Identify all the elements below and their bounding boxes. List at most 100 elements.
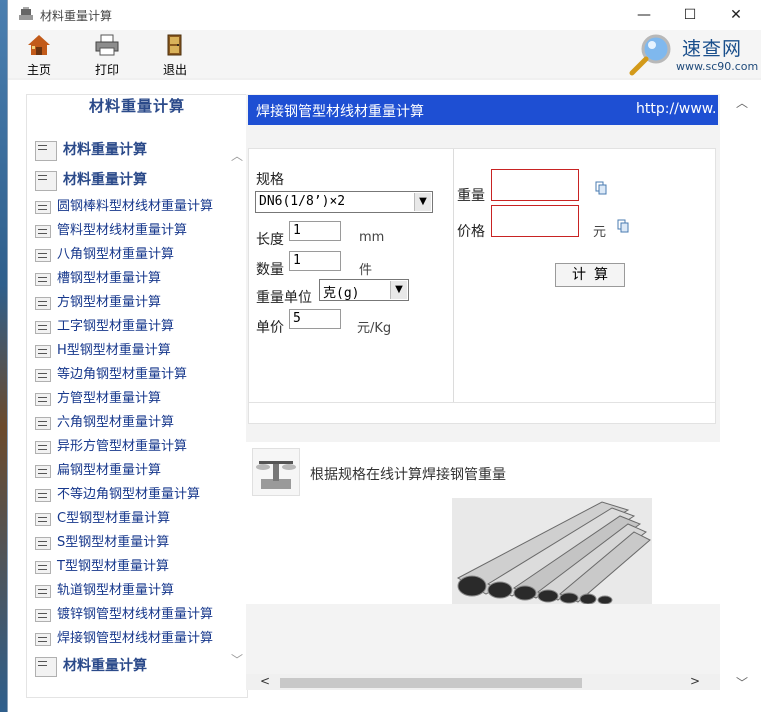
document-icon — [35, 441, 51, 454]
exit-label: 退出 — [162, 63, 187, 77]
chevron-down-icon: ▼ — [414, 193, 431, 211]
sidebar-item[interactable]: 管料型材线材重量计算 — [33, 219, 233, 243]
document-icon — [35, 489, 51, 502]
document-icon — [35, 417, 51, 430]
print-button[interactable]: 打印 — [82, 32, 132, 77]
vertical-scrollbar[interactable]: ︿ ﹀ — [732, 94, 752, 694]
sidebar-item-label: 镀锌钢管型材线材重量计算 — [57, 607, 214, 622]
document-icon — [35, 141, 57, 161]
scale-app-icon — [19, 7, 33, 20]
unit-price-input[interactable]: 5 — [289, 309, 341, 329]
sidebar-item-label: H型钢型材重量计算 — [57, 343, 171, 358]
scroll-right-arrow[interactable]: > — [690, 674, 700, 688]
sidebar-item[interactable]: 镀锌钢管型材线材重量计算 — [33, 603, 233, 627]
sidebar-item[interactable]: 方钢型材重量计算 — [33, 291, 233, 315]
cost-unit: 元 — [593, 225, 607, 240]
sidebar-item[interactable]: S型钢型材重量计算 — [33, 531, 233, 555]
maximize-button[interactable]: ☐ — [667, 0, 713, 30]
document-icon — [35, 249, 51, 262]
calculate-button[interactable]: 计算 — [555, 263, 625, 287]
scroll-up-arrow[interactable]: ︿ — [736, 94, 748, 111]
home-label: 主页 — [26, 63, 51, 77]
spec-value: DN6(1/8’)×2 — [259, 194, 346, 209]
sidebar-title: 材料重量计算 — [88, 97, 185, 115]
sidebar-item-label: 不等边角钢型材重量计算 — [57, 487, 201, 502]
sidebar-item-label: 方管型材重量计算 — [57, 391, 162, 406]
spec-label: 规格 — [256, 172, 284, 188]
sidebar-item[interactable]: 六角钢型材重量计算 — [33, 411, 233, 435]
print-label: 打印 — [94, 63, 119, 77]
sidebar-item[interactable]: C型钢型材重量计算 — [33, 507, 233, 531]
sidebar-item[interactable]: T型钢型材重量计算 — [33, 555, 233, 579]
sidebar-item-label: 槽钢型材重量计算 — [57, 271, 162, 286]
sidebar-item[interactable]: 异形方管型材重量计算 — [33, 435, 233, 459]
sidebar-item[interactable]: H型钢型材重量计算 — [33, 339, 233, 363]
sidebar-item-label: 等边角钢型材重量计算 — [57, 367, 188, 382]
exit-button[interactable]: 退出 — [150, 32, 200, 77]
document-icon — [35, 609, 51, 622]
sidebar-heading-item[interactable]: 材料重量计算 — [33, 135, 233, 165]
logo: 速查网 www.sc90.com — [626, 32, 758, 76]
sidebar-item[interactable]: 等边角钢型材重量计算 — [33, 363, 233, 387]
info-panel: 根据规格在线计算焊接钢管重量 — [246, 442, 720, 604]
scroll-left-arrow[interactable]: < — [260, 674, 270, 688]
document-icon — [35, 537, 51, 550]
sidebar-item[interactable]: 圆钢棒料型材线材重量计算 — [33, 195, 233, 219]
logo-name: 速查网 — [682, 38, 743, 60]
quantity-unit: 件 — [359, 263, 373, 278]
title-bar: 材料重量计算 — ☐ ✕ — [8, 0, 761, 30]
sidebar-item-label: C型钢型材重量计算 — [57, 511, 171, 526]
weight-output[interactable] — [491, 169, 579, 201]
spec-select[interactable]: DN6(1/8’)×2 ▼ — [255, 191, 433, 213]
weight-unit-select[interactable]: 克(g) ▼ — [319, 279, 409, 301]
sidebar-item[interactable]: 方管型材重量计算 — [33, 387, 233, 411]
document-icon — [35, 633, 51, 646]
horizontal-scrollbar[interactable]: < > — [246, 674, 720, 690]
length-input[interactable]: 1 — [289, 221, 341, 241]
scroll-down-arrow[interactable]: ﹀ — [736, 674, 748, 691]
form-divider — [453, 149, 454, 405]
window-title: 材料重量计算 — [40, 9, 113, 23]
sidebar-item[interactable]: 槽钢型材重量计算 — [33, 267, 233, 291]
sidebar-heading-item[interactable]: 材料重量计算 — [33, 165, 233, 195]
form-footer-strip — [248, 402, 716, 424]
document-icon — [35, 561, 51, 574]
toolbar: 主页 打印 退出 速查网 www.sc90.com — [8, 30, 761, 78]
document-icon — [35, 369, 51, 382]
sidebar-item-label: 管料型材线材重量计算 — [57, 223, 188, 238]
chevron-down-icon: ▼ — [390, 281, 407, 299]
content-area: 材料重量计算 ︿ 材料重量计算 材料重量计算 圆钢棒料型材线材重量计算 管料型材线材重… — [8, 80, 761, 712]
sidebar-item-label: 轨道钢型材重量计算 — [57, 583, 175, 598]
sidebar-heading-item[interactable]: 材料重量计算 — [33, 651, 233, 681]
banner-title: 焊接钢管型材线材重量计算 — [256, 104, 424, 120]
sidebar-item[interactable]: 工字钢型材重量计算 — [33, 315, 233, 339]
copy-icon[interactable] — [595, 181, 607, 195]
document-icon — [35, 273, 51, 286]
document-icon — [35, 465, 51, 478]
banner-link[interactable]: http://www. — [636, 101, 716, 117]
door-exit-icon — [167, 34, 182, 56]
sidebar-scroll-down[interactable]: ﹀ — [231, 651, 243, 668]
sidebar-item[interactable]: 扁钢型材重量计算 — [33, 459, 233, 483]
scale-icon — [252, 448, 300, 496]
horizontal-scroll-thumb[interactable] — [280, 678, 582, 688]
quantity-input[interactable]: 1 — [289, 251, 341, 271]
close-button[interactable]: ✕ — [713, 0, 759, 30]
minimize-button[interactable]: — — [621, 0, 667, 30]
sidebar-item[interactable]: 焊接钢管型材线材重量计算 — [33, 627, 233, 651]
description-text: 根据规格在线计算焊接钢管重量 — [310, 467, 506, 483]
sidebar-item-label: 异形方管型材重量计算 — [57, 439, 188, 454]
home-button[interactable]: 主页 — [14, 32, 64, 77]
quantity-label: 数量 — [256, 262, 284, 278]
printer-icon — [95, 34, 119, 56]
sidebar-item[interactable]: 八角钢型材重量计算 — [33, 243, 233, 267]
sidebar-item[interactable]: 不等边角钢型材重量计算 — [33, 483, 233, 507]
sidebar-item[interactable]: 轨道钢型材重量计算 — [33, 579, 233, 603]
document-icon — [35, 297, 51, 310]
cost-output[interactable] — [491, 205, 579, 237]
copy-icon[interactable] — [617, 219, 629, 233]
document-icon — [35, 513, 51, 526]
sidebar: 材料重量计算 ︿ 材料重量计算 材料重量计算 圆钢棒料型材线材重量计算 管料型材线材重… — [26, 94, 248, 698]
document-icon — [35, 345, 51, 358]
length-unit: mm — [359, 230, 385, 245]
